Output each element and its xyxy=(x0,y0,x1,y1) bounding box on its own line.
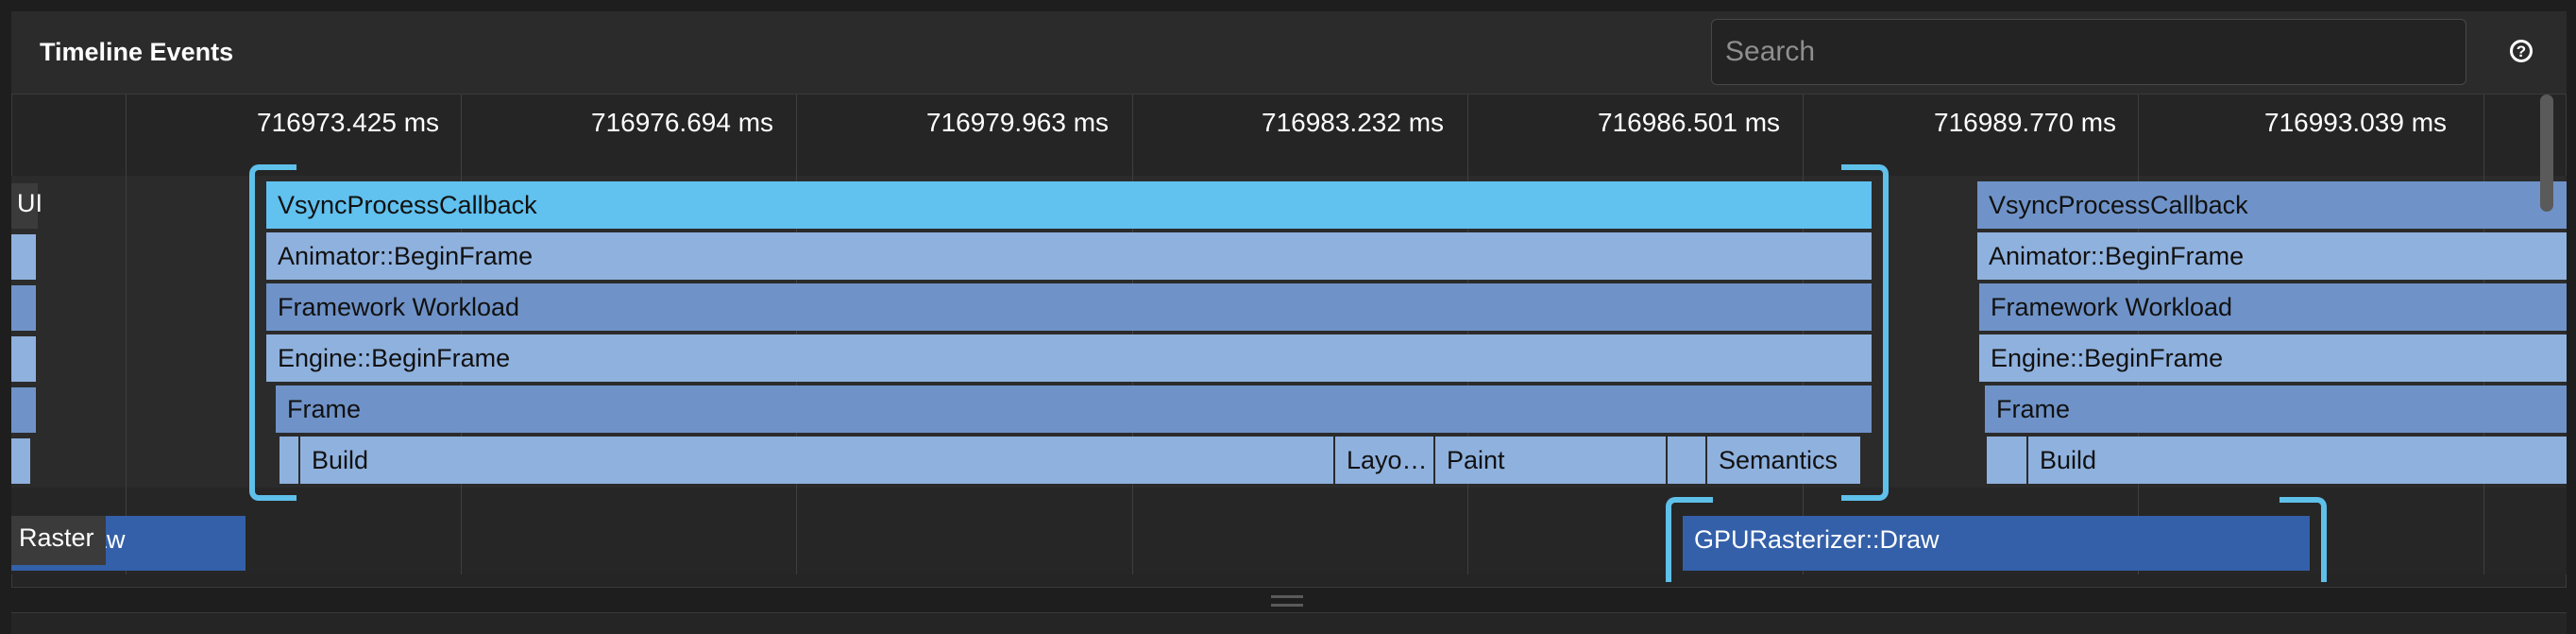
resize-handle-icon[interactable] xyxy=(1271,595,1303,607)
event-build-leading[interactable] xyxy=(280,437,298,484)
raster-row-label: Raster xyxy=(19,523,94,552)
raster-bar-underline xyxy=(1683,565,2310,571)
event-animator-begin-frame[interactable]: Animator::BeginFrame xyxy=(266,232,1872,280)
timeline-header: Timeline Events ? xyxy=(11,11,2567,94)
raster-bar-underline xyxy=(11,565,246,571)
time-tick-label: 716973.425 ms xyxy=(257,108,440,137)
grid-line xyxy=(126,94,127,574)
event-layout[interactable]: Layo… xyxy=(1335,437,1433,484)
event-animator-begin-frame[interactable]: Animator::BeginFrame xyxy=(1977,232,2567,280)
clipped-event-bar[interactable] xyxy=(11,234,36,280)
event-engine-begin-frame[interactable]: Engine::BeginFrame xyxy=(1979,334,2567,382)
event-framework-workload[interactable]: Framework Workload xyxy=(1979,283,2567,331)
event-engine-begin-frame[interactable]: Engine::BeginFrame xyxy=(266,334,1872,382)
event-build[interactable]: Build xyxy=(2028,437,2567,484)
event-framework-workload[interactable]: Framework Workload xyxy=(266,283,1872,331)
time-tick-label: 716986.501 ms xyxy=(1598,108,1781,137)
event-unnamed[interactable] xyxy=(1668,437,1705,484)
time-tick-label: 716983.232 ms xyxy=(1262,108,1445,137)
event-vsync-process-callback[interactable]: VsyncProcessCallback xyxy=(1977,181,2567,229)
event-frame[interactable]: Frame xyxy=(1985,386,2567,433)
event-gpu-rasterizer-draw[interactable]: GPURasterizer::Draw xyxy=(1683,516,2310,565)
help-circle-icon[interactable]: ? xyxy=(2510,40,2533,62)
event-semantics[interactable]: Semantics xyxy=(1707,437,1860,484)
event-vsync-process-callback[interactable]: VsyncProcessCallback xyxy=(266,181,1872,229)
search-input[interactable] xyxy=(1711,19,2466,85)
event-frame[interactable]: Frame xyxy=(276,386,1872,433)
clipped-event-bar[interactable] xyxy=(11,285,36,331)
ui-row-label: UI xyxy=(17,189,42,217)
details-panel xyxy=(11,612,2567,634)
time-tick-label: 716993.039 ms xyxy=(2264,108,2448,137)
event-build[interactable]: Build xyxy=(300,437,1333,484)
panel-title: Timeline Events xyxy=(40,38,234,66)
time-tick-label: 716979.963 ms xyxy=(926,108,1110,137)
event-paint[interactable]: Paint xyxy=(1435,437,1666,484)
clipped-event-bar[interactable] xyxy=(11,336,36,382)
time-tick-label: 716976.694 ms xyxy=(591,108,774,137)
clipped-event-bar[interactable] xyxy=(11,387,36,433)
clipped-event-bar[interactable] xyxy=(11,438,30,484)
vertical-scrollbar[interactable] xyxy=(2540,94,2553,212)
event-build-leading[interactable] xyxy=(1987,437,2026,484)
time-tick-label: 716989.770 ms xyxy=(1934,108,2117,137)
